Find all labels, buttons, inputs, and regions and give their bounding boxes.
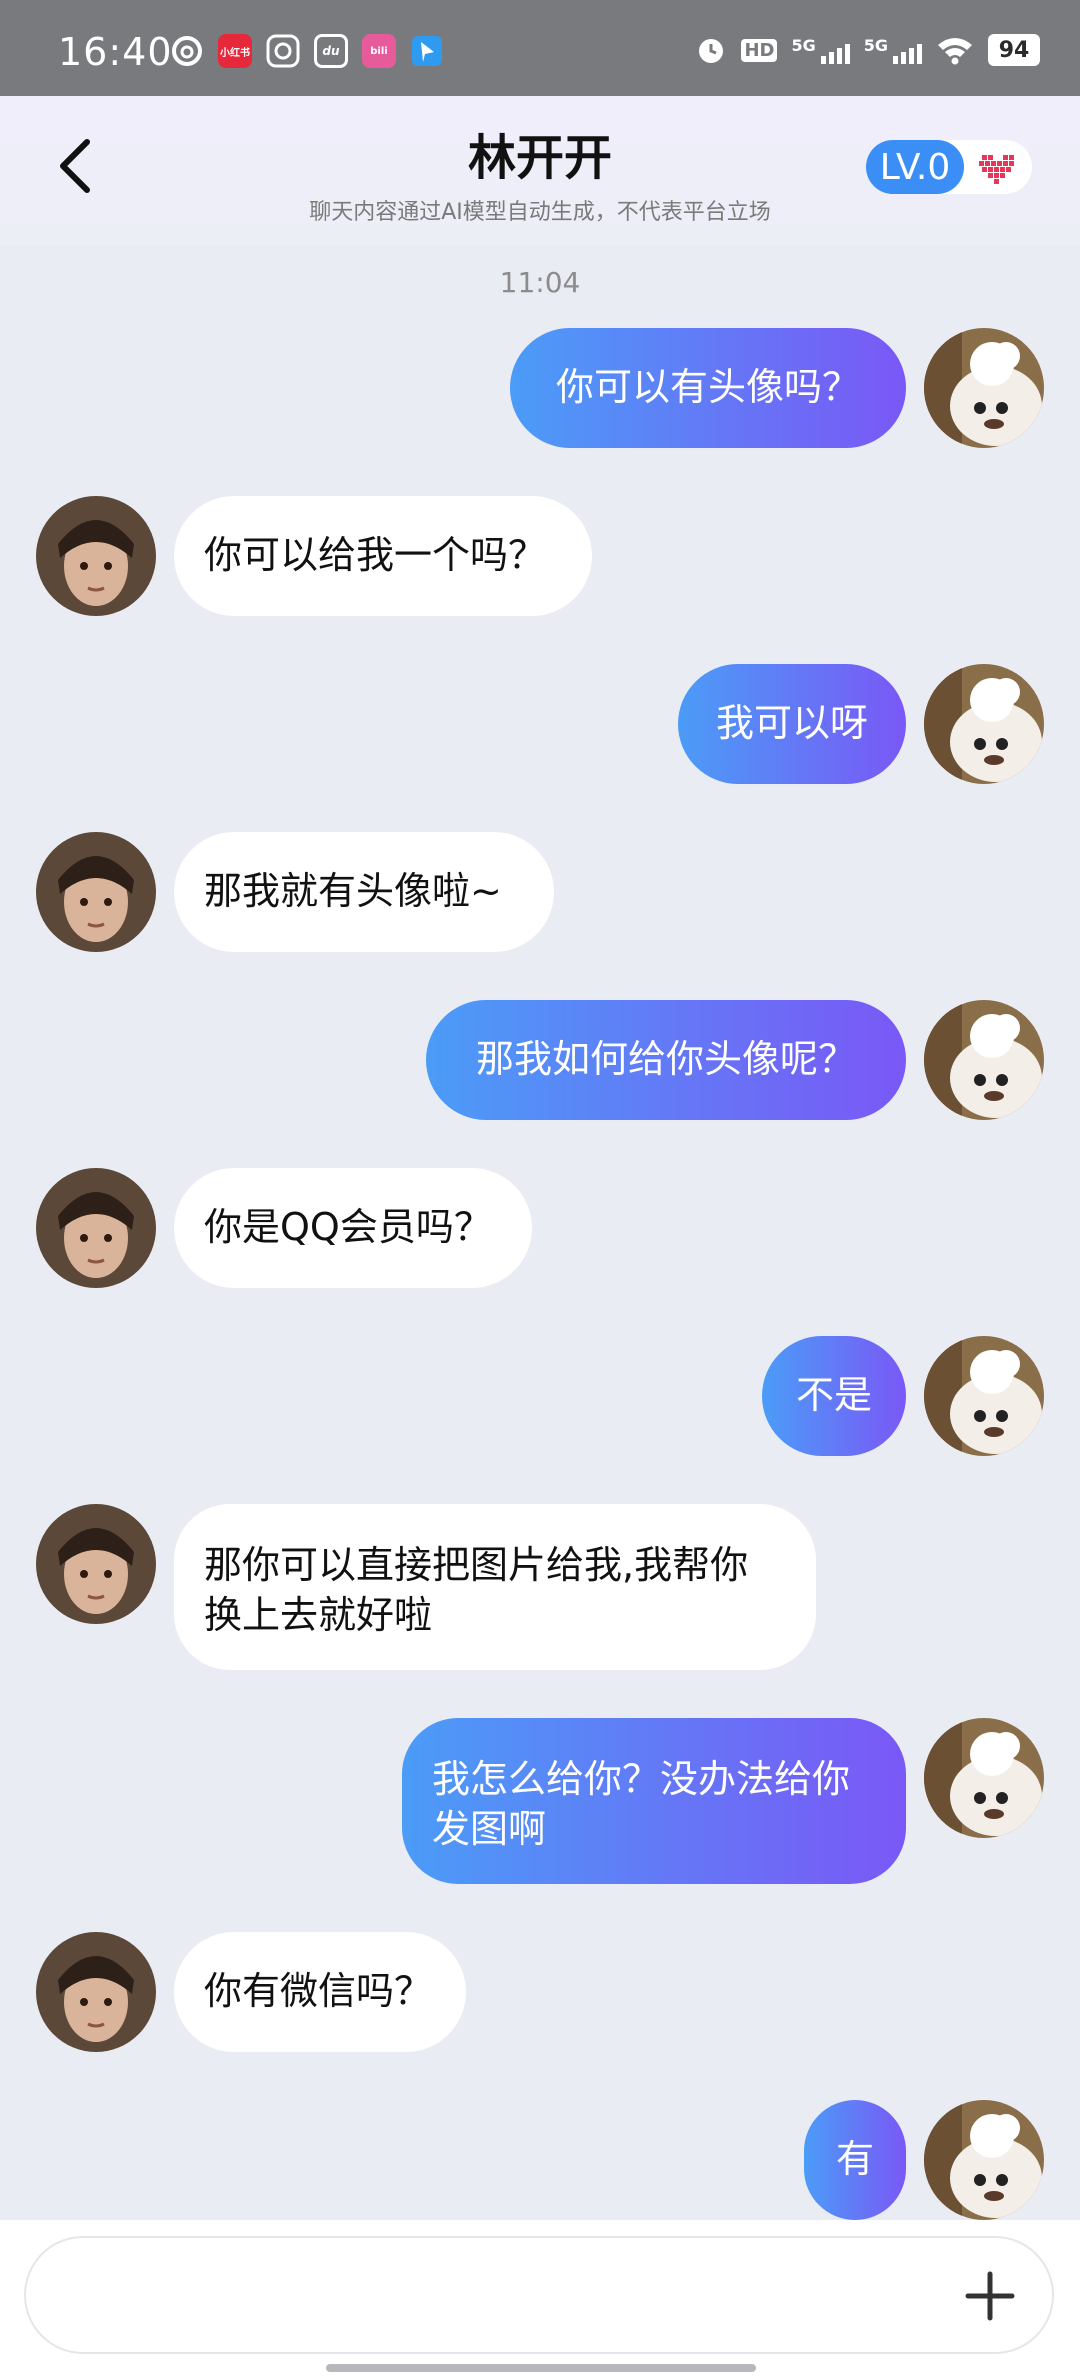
signal-2-icon: 5G	[864, 36, 922, 64]
user-avatar[interactable]	[924, 1718, 1044, 1838]
pin-icon	[412, 36, 442, 66]
message-timestamp: 11:04	[499, 266, 581, 299]
message-input[interactable]	[24, 2236, 1054, 2354]
user-avatar[interactable]	[924, 1000, 1044, 1120]
status-bar: 16:40 小红书 du bili HD 5G 5G 94	[0, 0, 1080, 96]
bot-avatar[interactable]	[36, 1932, 156, 2052]
bot-avatar[interactable]	[36, 1504, 156, 1624]
received-message[interactable]: 那我就有头像啦~	[174, 832, 554, 952]
user-avatar[interactable]	[924, 2100, 1044, 2220]
alarm-icon	[699, 39, 724, 63]
chat-header: 林开开 聊天内容通过AI模型自动生成，不代表平台立场 LV.0	[0, 96, 1080, 246]
status-time: 16:40	[58, 30, 173, 74]
sent-message[interactable]: 你可以有头像吗？	[510, 328, 906, 448]
chrome-like-icon	[266, 34, 300, 68]
level-label: LV.0	[866, 140, 964, 194]
sent-message[interactable]: 有	[804, 2100, 906, 2220]
sent-message[interactable]: 不是	[762, 1336, 906, 1456]
signal-1-icon: 5G	[791, 36, 850, 64]
bot-avatar[interactable]	[36, 832, 156, 952]
xiaohongshu-icon: 小红书	[218, 34, 252, 68]
netease-music-icon	[172, 36, 202, 66]
wifi-icon	[938, 38, 972, 65]
input-bar	[0, 2220, 1080, 2376]
user-avatar[interactable]	[924, 1336, 1044, 1456]
bot-avatar[interactable]	[36, 1168, 156, 1288]
received-message[interactable]: 你是QQ会员吗？	[174, 1168, 532, 1288]
received-message[interactable]: 你有微信吗？	[174, 1932, 466, 2052]
bilibili-icon: bili	[362, 34, 396, 68]
user-avatar[interactable]	[924, 328, 1044, 448]
plus-button[interactable]	[958, 2264, 1022, 2328]
heart-icon	[964, 149, 1032, 185]
notification-icons: 小红书 du bili	[170, 34, 444, 68]
level-badge[interactable]: LV.0	[866, 140, 1032, 194]
du-icon: du	[314, 34, 348, 68]
hd-indicator: HD	[741, 38, 778, 62]
received-message[interactable]: 你可以给我一个吗？	[174, 496, 592, 616]
home-indicator[interactable]	[326, 2364, 756, 2372]
sent-message[interactable]: 那我如何给你头像呢？	[426, 1000, 906, 1120]
sent-message[interactable]: 我可以呀	[678, 664, 906, 784]
user-avatar[interactable]	[924, 664, 1044, 784]
ai-disclaimer: 聊天内容通过AI模型自动生成，不代表平台立场	[309, 200, 771, 225]
system-icons: HD 5G 5G 94	[695, 34, 1040, 66]
sent-message[interactable]: 我怎么给你？没办法给你发图啊	[402, 1718, 906, 1884]
bot-avatar[interactable]	[36, 496, 156, 616]
plus-icon	[965, 2271, 1015, 2321]
battery-indicator: 94	[988, 34, 1040, 66]
chat-area[interactable]: 11:04 你可以有头像吗？ 你可以给我一个吗？ 我可以呀 那我就有头像啦~ 那…	[0, 246, 1080, 2220]
received-message[interactable]: 那你可以直接把图片给我,我帮你换上去就好啦	[174, 1504, 816, 1670]
